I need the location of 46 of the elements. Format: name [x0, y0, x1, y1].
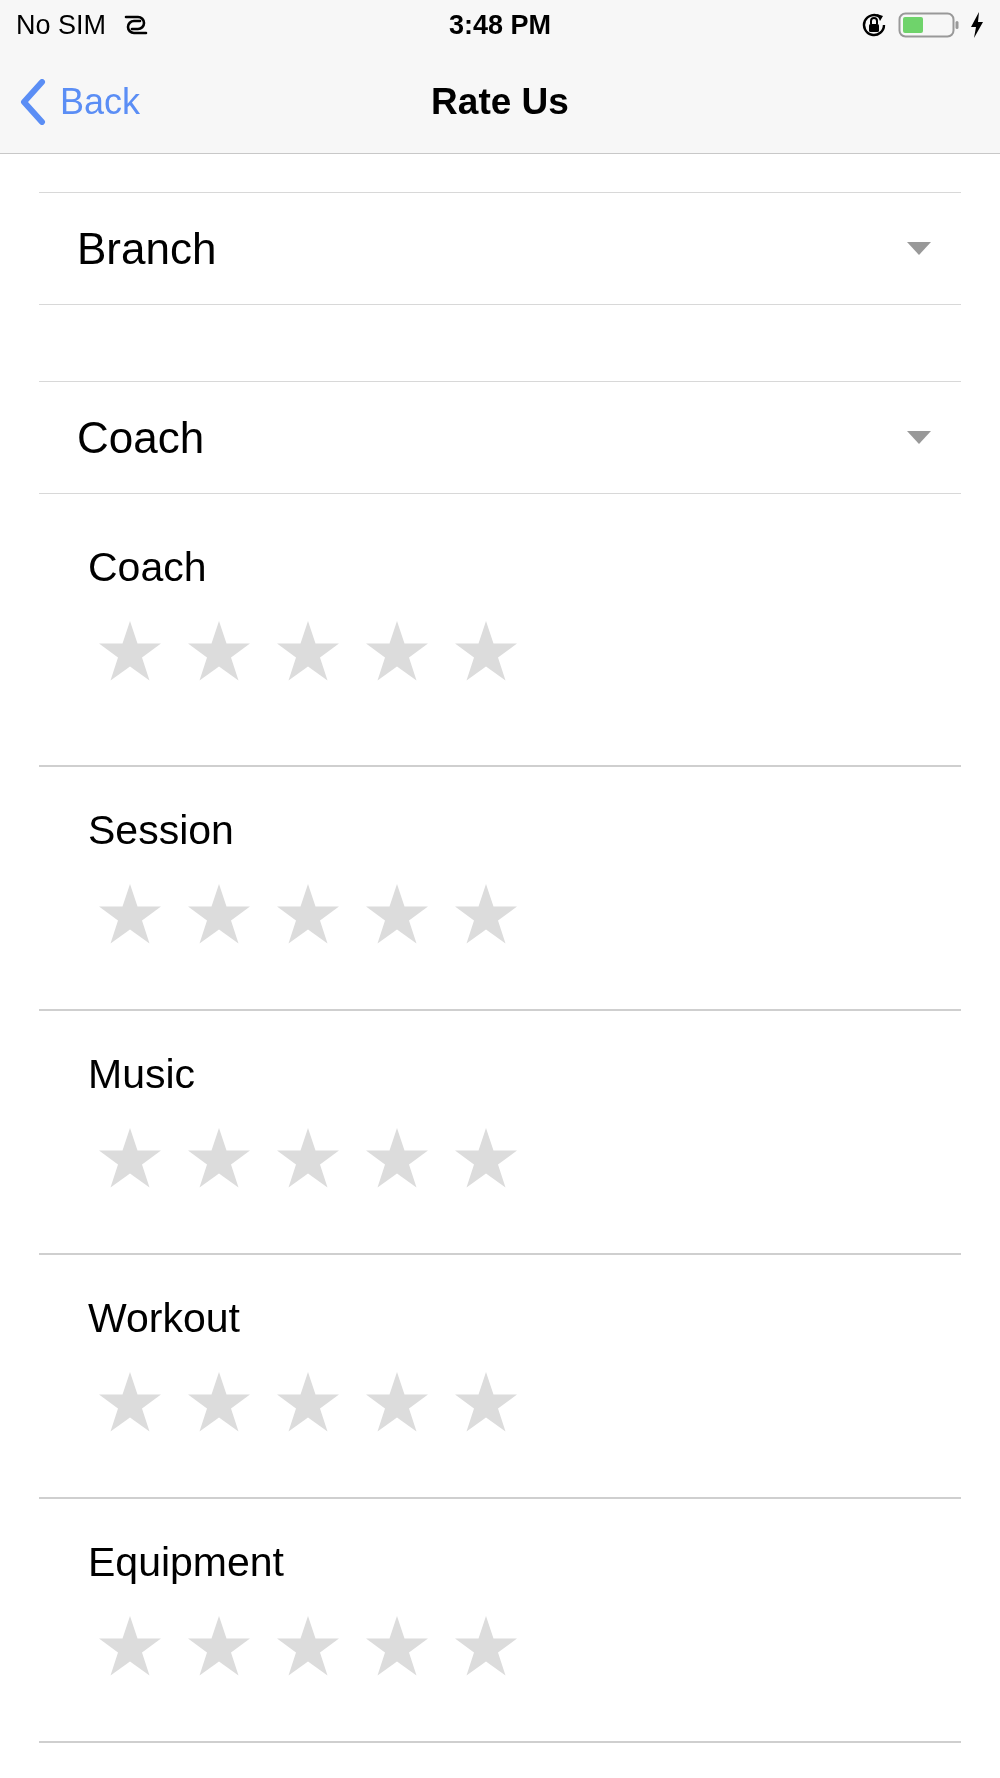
empty-star-icon[interactable] [454, 1128, 518, 1189]
empty-star-icon[interactable] [98, 1372, 162, 1433]
empty-star-icon[interactable] [98, 884, 162, 945]
empty-star-icon[interactable] [98, 621, 162, 682]
star-rating[interactable] [98, 1128, 518, 1189]
empty-star-icon[interactable] [365, 1616, 429, 1677]
empty-star-icon[interactable] [365, 1372, 429, 1433]
empty-star-icon[interactable] [276, 884, 340, 945]
star-rating[interactable] [98, 621, 518, 682]
page-title: Rate Us [431, 80, 569, 123]
star-rating[interactable] [98, 1372, 518, 1433]
empty-star-icon[interactable] [276, 621, 340, 682]
caret-down-icon [907, 431, 931, 444]
empty-star-icon[interactable] [187, 621, 251, 682]
empty-star-icon[interactable] [454, 884, 518, 945]
chevron-left-icon [20, 78, 46, 125]
clock-text: 3:48 PM [449, 9, 552, 41]
rating-label: Session [88, 807, 234, 854]
empty-star-icon[interactable] [187, 1616, 251, 1677]
rating-label: Equipment [88, 1539, 284, 1586]
star-rating[interactable] [98, 1616, 518, 1677]
empty-star-icon[interactable] [187, 1128, 251, 1189]
empty-star-icon[interactable] [365, 621, 429, 682]
empty-star-icon[interactable] [276, 1372, 340, 1433]
empty-star-icon[interactable] [454, 1616, 518, 1677]
empty-star-icon[interactable] [187, 884, 251, 945]
empty-star-icon[interactable] [365, 1128, 429, 1189]
empty-star-icon[interactable] [365, 884, 429, 945]
empty-star-icon[interactable] [187, 1372, 251, 1433]
empty-star-icon[interactable] [276, 1128, 340, 1189]
battery-icon [898, 11, 960, 39]
empty-star-icon[interactable] [454, 621, 518, 682]
empty-star-icon[interactable] [454, 1372, 518, 1433]
rating-label: Coach [88, 544, 207, 591]
carrier-text: No SIM [16, 9, 107, 41]
charging-icon [970, 12, 984, 38]
dropdown-field[interactable]: Branch [39, 192, 961, 305]
caret-down-icon [907, 242, 931, 255]
star-rating[interactable] [98, 884, 518, 945]
empty-star-icon[interactable] [98, 1616, 162, 1677]
empty-star-icon[interactable] [98, 1128, 162, 1189]
rotation-lock-icon [860, 11, 888, 39]
dropdown-field[interactable]: Coach [39, 381, 961, 494]
rating-label: Music [88, 1051, 196, 1098]
rating-label: Workout [88, 1295, 240, 1342]
empty-star-icon[interactable] [276, 1616, 340, 1677]
